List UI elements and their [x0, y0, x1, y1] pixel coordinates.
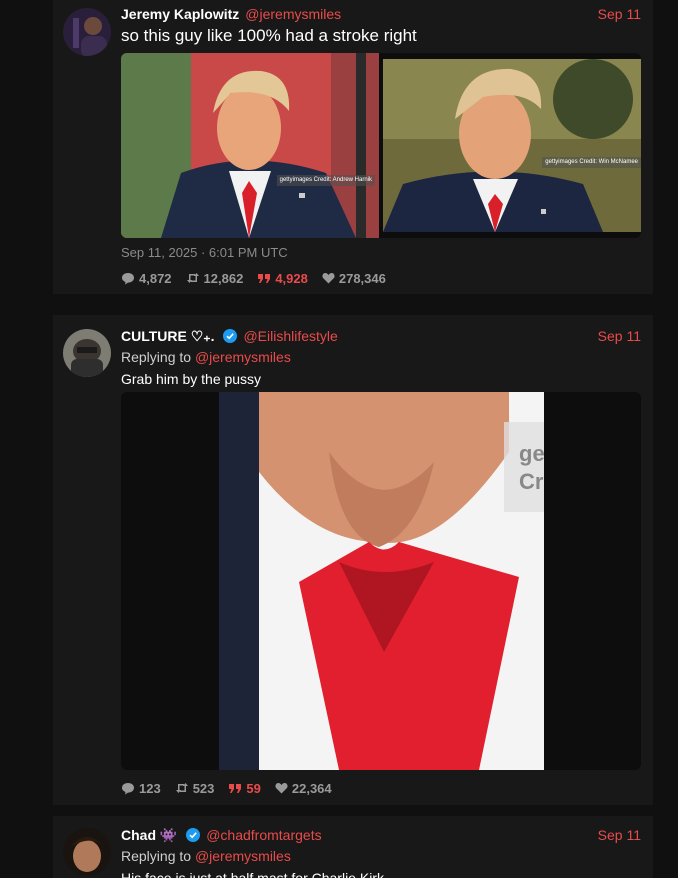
quote-icon: [229, 783, 242, 793]
tweet-media[interactable]: gettyimages Credit: Andrew Harnik gettyi…: [121, 53, 641, 238]
verified-badge-icon: [223, 329, 238, 343]
retweet-count[interactable]: 523: [175, 780, 215, 796]
heart-icon: [322, 273, 335, 284]
quote-count-value: 59: [246, 780, 261, 796]
getty-watermark: gettyimages Credit: Win McNamee: [542, 157, 641, 168]
like-count-value: 278,346: [338, 270, 386, 286]
quote-count[interactable]: 59: [228, 780, 261, 796]
comment-icon: [122, 782, 134, 794]
getty-watermark: gettyimages Credit: Andrew Harnik: [276, 175, 375, 186]
getty-watermark: ge Cr: [519, 441, 544, 494]
tweet-photo[interactable]: gettyimages Credit: Win McNamee: [383, 59, 641, 232]
user-handle[interactable]: @chadfromtargets: [206, 827, 321, 843]
retweet-count-value: 523: [192, 780, 215, 796]
quote-icon: [258, 273, 271, 283]
tweet-text: so this guy like 100% had a stroke right: [121, 26, 417, 45]
tweet-photo[interactable]: ge Cr: [219, 392, 544, 770]
reply-count[interactable]: 4,872: [121, 271, 172, 286]
tweet-photo[interactable]: gettyimages Credit: Andrew Harnik: [121, 53, 379, 238]
user-handle[interactable]: @jeremysmiles: [245, 6, 341, 22]
display-name[interactable]: Jeremy Kaplowitz: [121, 6, 239, 22]
heart-icon: [275, 783, 288, 794]
verified-badge-icon: [186, 828, 201, 842]
replying-to: Replying to @jeremysmiles: [121, 848, 291, 864]
comment-icon: [122, 272, 134, 284]
tweet-text: His face is just at half mast for Charli…: [121, 870, 384, 878]
user-handle[interactable]: @Eilishlifestyle: [243, 328, 337, 344]
reply-prefix: Replying to: [121, 848, 192, 864]
reply-count-value: 4,872: [139, 270, 172, 286]
quote-count-value: 4,928: [275, 270, 308, 286]
replying-to: Replying to @jeremysmiles: [121, 349, 291, 365]
like-count-value: 22,364: [291, 780, 332, 796]
avatar[interactable]: [63, 329, 111, 377]
avatar[interactable]: [63, 828, 111, 876]
quote-count[interactable]: 4,928: [257, 271, 308, 286]
display-name[interactable]: CULTURE ♡₊.: [121, 328, 215, 344]
retweet-icon: [175, 783, 188, 793]
tweet-date[interactable]: Sep 11: [598, 5, 641, 23]
display-name[interactable]: Chad 👾: [121, 827, 177, 843]
tweet-card[interactable]: CULTURE ♡₊. @Eilishlifestyle Sep 11 Repl…: [53, 315, 653, 805]
tweet-timestamp[interactable]: Sep 11, 2025 · 6:01 PM UTC: [121, 245, 288, 260]
avatar[interactable]: [63, 8, 111, 56]
tweet-card[interactable]: Jeremy Kaplowitz @jeremysmiles Sep 11 so …: [53, 0, 653, 294]
reply-count[interactable]: 123: [121, 781, 161, 796]
tweet-date[interactable]: Sep 11: [598, 327, 641, 345]
reply-mention[interactable]: @jeremysmiles: [195, 349, 291, 365]
retweet-count[interactable]: 12,862: [186, 270, 244, 286]
tweet-stats: 4,872 12,862 4,928 278,346: [121, 270, 386, 286]
reply-mention[interactable]: @jeremysmiles: [195, 848, 291, 864]
reply-count-value: 123: [139, 780, 161, 796]
retweet-icon: [186, 273, 199, 283]
tweet-date[interactable]: Sep 11: [598, 826, 641, 844]
tweet-media[interactable]: ge Cr: [121, 392, 641, 770]
reply-prefix: Replying to: [121, 349, 192, 365]
tweet-stats: 123 523 59 22,364: [121, 780, 332, 796]
like-count[interactable]: 278,346: [322, 271, 386, 286]
tweet-text: Grab him by the pussy: [121, 371, 262, 387]
tweet-card[interactable]: Chad 👾 @chadfromtargets Sep 11 Replying …: [53, 816, 653, 878]
retweet-count-value: 12,862: [203, 270, 244, 286]
like-count[interactable]: 22,364: [275, 781, 332, 796]
